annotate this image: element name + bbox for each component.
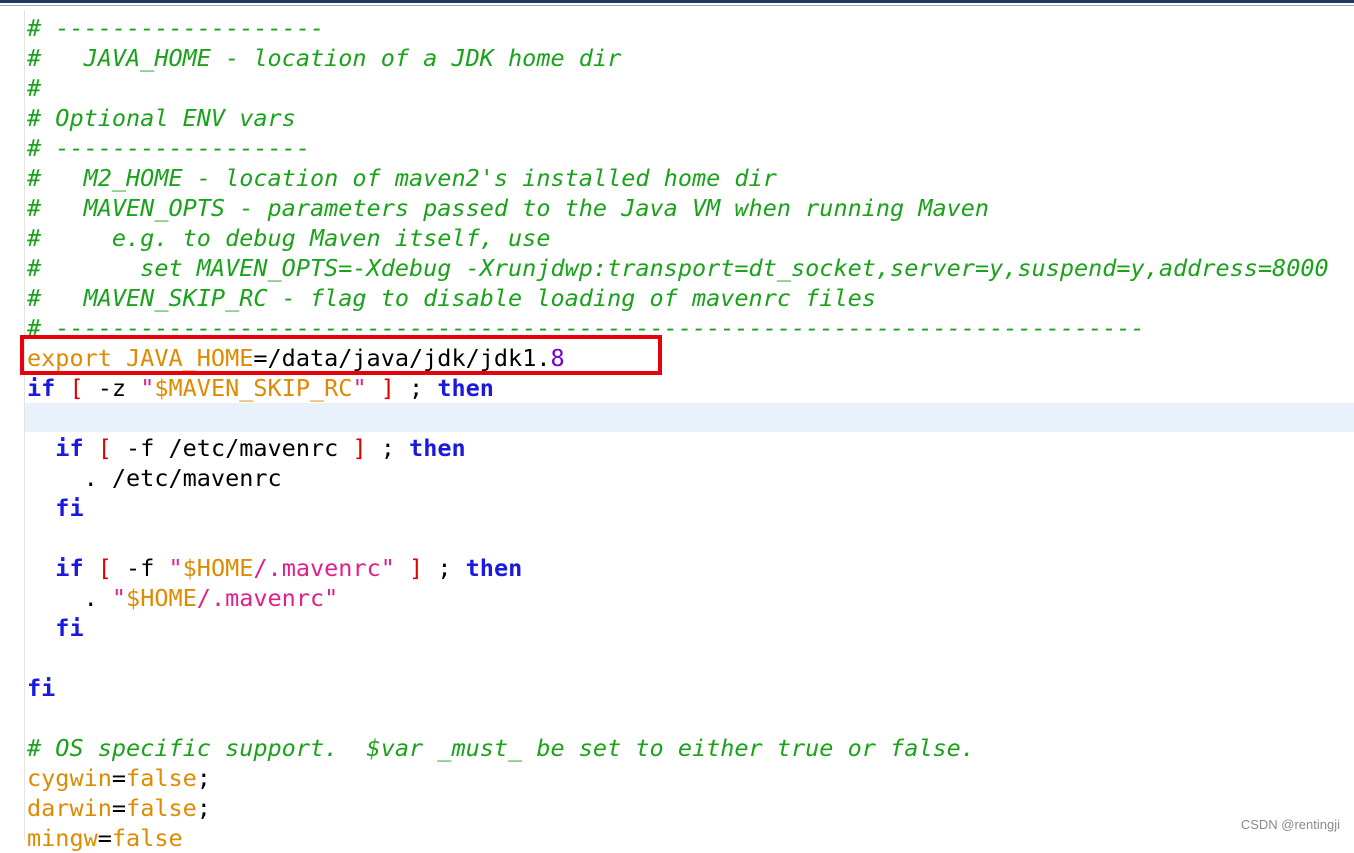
code-token: -f: [111, 554, 169, 582]
code-line[interactable]: # set MAVEN_OPTS=-Xdebug -Xrunjdwp:trans…: [27, 253, 1329, 283]
code-token: darwin: [27, 794, 112, 822]
code-line[interactable]: if [ -z "$MAVEN_SKIP_RC" ] ; then: [27, 373, 1329, 403]
code-line[interactable]: # e.g. to debug Maven itself, use: [27, 223, 1329, 253]
code-token: #: [27, 74, 42, 102]
code-line[interactable]: # OS specific support. $var _must_ be se…: [27, 733, 1329, 763]
code-token: ": [140, 374, 155, 402]
code-token: ;: [196, 764, 211, 792]
code-token: # ------------------: [27, 134, 310, 162]
code-token: false: [126, 764, 197, 792]
code-line[interactable]: mingw=false: [27, 823, 1329, 853]
top-border-light: [0, 5, 1354, 6]
code-line[interactable]: # JAVA_HOME - location of a JDK home dir: [27, 43, 1329, 73]
code-token: ]: [352, 434, 367, 462]
code-line[interactable]: #: [27, 73, 1329, 103]
code-token: # M2_HOME - location of maven2's install…: [27, 164, 777, 192]
code-line[interactable]: [27, 523, 1329, 553]
code-token: /.mavenrc": [196, 584, 339, 612]
code-token: mingw: [27, 824, 98, 852]
code-token: $MAVEN_SKIP_RC: [154, 374, 353, 402]
code-line[interactable]: cygwin=false;: [27, 763, 1329, 793]
code-line[interactable]: # MAVEN_SKIP_RC - flag to disable loadin…: [27, 283, 1329, 313]
code-line[interactable]: . "$HOME/.mavenrc": [27, 583, 1329, 613]
code-line[interactable]: fi: [27, 613, 1329, 643]
code-line[interactable]: [27, 703, 1329, 733]
code-token: [: [69, 374, 84, 402]
code-token: =: [111, 794, 127, 822]
code-line[interactable]: fi: [27, 673, 1329, 703]
code-token: $HOME: [126, 584, 197, 612]
code-line[interactable]: if [ -f "$HOME/.mavenrc" ] ; then: [27, 553, 1329, 583]
code-line[interactable]: fi: [27, 493, 1329, 523]
code-token: if: [55, 434, 84, 462]
code-token: fi: [55, 494, 84, 522]
code-token: [: [97, 554, 112, 582]
code-line[interactable]: [27, 403, 1329, 433]
code-token: . /etc/mavenrc: [27, 464, 282, 492]
code-token: then: [409, 434, 466, 462]
top-border-dark: [0, 0, 1354, 3]
code-token: false: [126, 794, 197, 822]
watermark: CSDN @rentingji: [1240, 817, 1340, 832]
code-token: ;: [423, 554, 466, 582]
code-token: cygwin: [27, 764, 112, 792]
code-editor[interactable]: # ------------------- # JAVA_HOME - locat…: [27, 13, 1329, 853]
code-token: # set MAVEN_OPTS=-Xdebug -Xrunjdwp:trans…: [27, 254, 1329, 282]
code-line[interactable]: # MAVEN_OPTS - parameters passed to the …: [27, 193, 1329, 223]
code-token: .: [27, 584, 112, 612]
code-token: ;: [394, 374, 438, 402]
code-token: fi: [27, 674, 56, 702]
code-token: -z: [83, 374, 141, 402]
code-token: ": [168, 554, 183, 582]
code-line[interactable]: [27, 643, 1329, 673]
code-token: # OS specific support. $var _must_ be se…: [27, 734, 975, 762]
code-token: [: [97, 434, 112, 462]
code-line[interactable]: # -------------------: [27, 13, 1329, 43]
code-token: ": [352, 374, 367, 402]
code-token: =: [111, 764, 127, 792]
code-token: -f /etc/mavenrc: [111, 434, 353, 462]
code-token: ;: [196, 794, 211, 822]
code-line[interactable]: # M2_HOME - location of maven2's install…: [27, 163, 1329, 193]
code-token: /.mavenrc": [253, 554, 395, 582]
editor-top-border: [0, 0, 1354, 10]
code-token: then: [465, 554, 523, 582]
code-token: # -------------------: [27, 14, 325, 42]
code-line[interactable]: . /etc/mavenrc: [27, 463, 1329, 493]
code-token: # Optional ENV vars: [27, 104, 296, 132]
annotation-highlight-box: [20, 335, 662, 375]
code-token: $HOME: [182, 554, 254, 582]
code-token: # e.g. to debug Maven itself, use: [27, 224, 551, 252]
code-token: # JAVA_HOME - location of a JDK home dir: [27, 44, 622, 72]
code-token: # MAVEN_SKIP_RC - flag to disable loadin…: [27, 284, 876, 312]
code-token: fi: [55, 614, 84, 642]
code-token: ;: [366, 434, 410, 462]
code-token: =: [97, 824, 112, 852]
code-token: ]: [409, 554, 424, 582]
code-token: then: [437, 374, 494, 402]
code-token: if: [55, 554, 84, 582]
code-line[interactable]: if [ -f /etc/mavenrc ] ; then: [27, 433, 1329, 463]
code-token: false: [111, 824, 183, 852]
code-token: ]: [380, 374, 395, 402]
code-token: # MAVEN_OPTS - parameters passed to the …: [27, 194, 990, 222]
code-line[interactable]: # ------------------: [27, 133, 1329, 163]
code-token: if: [27, 374, 56, 402]
code-token: ": [111, 584, 127, 612]
code-line[interactable]: darwin=false;: [27, 793, 1329, 823]
code-line[interactable]: # Optional ENV vars: [27, 103, 1329, 133]
